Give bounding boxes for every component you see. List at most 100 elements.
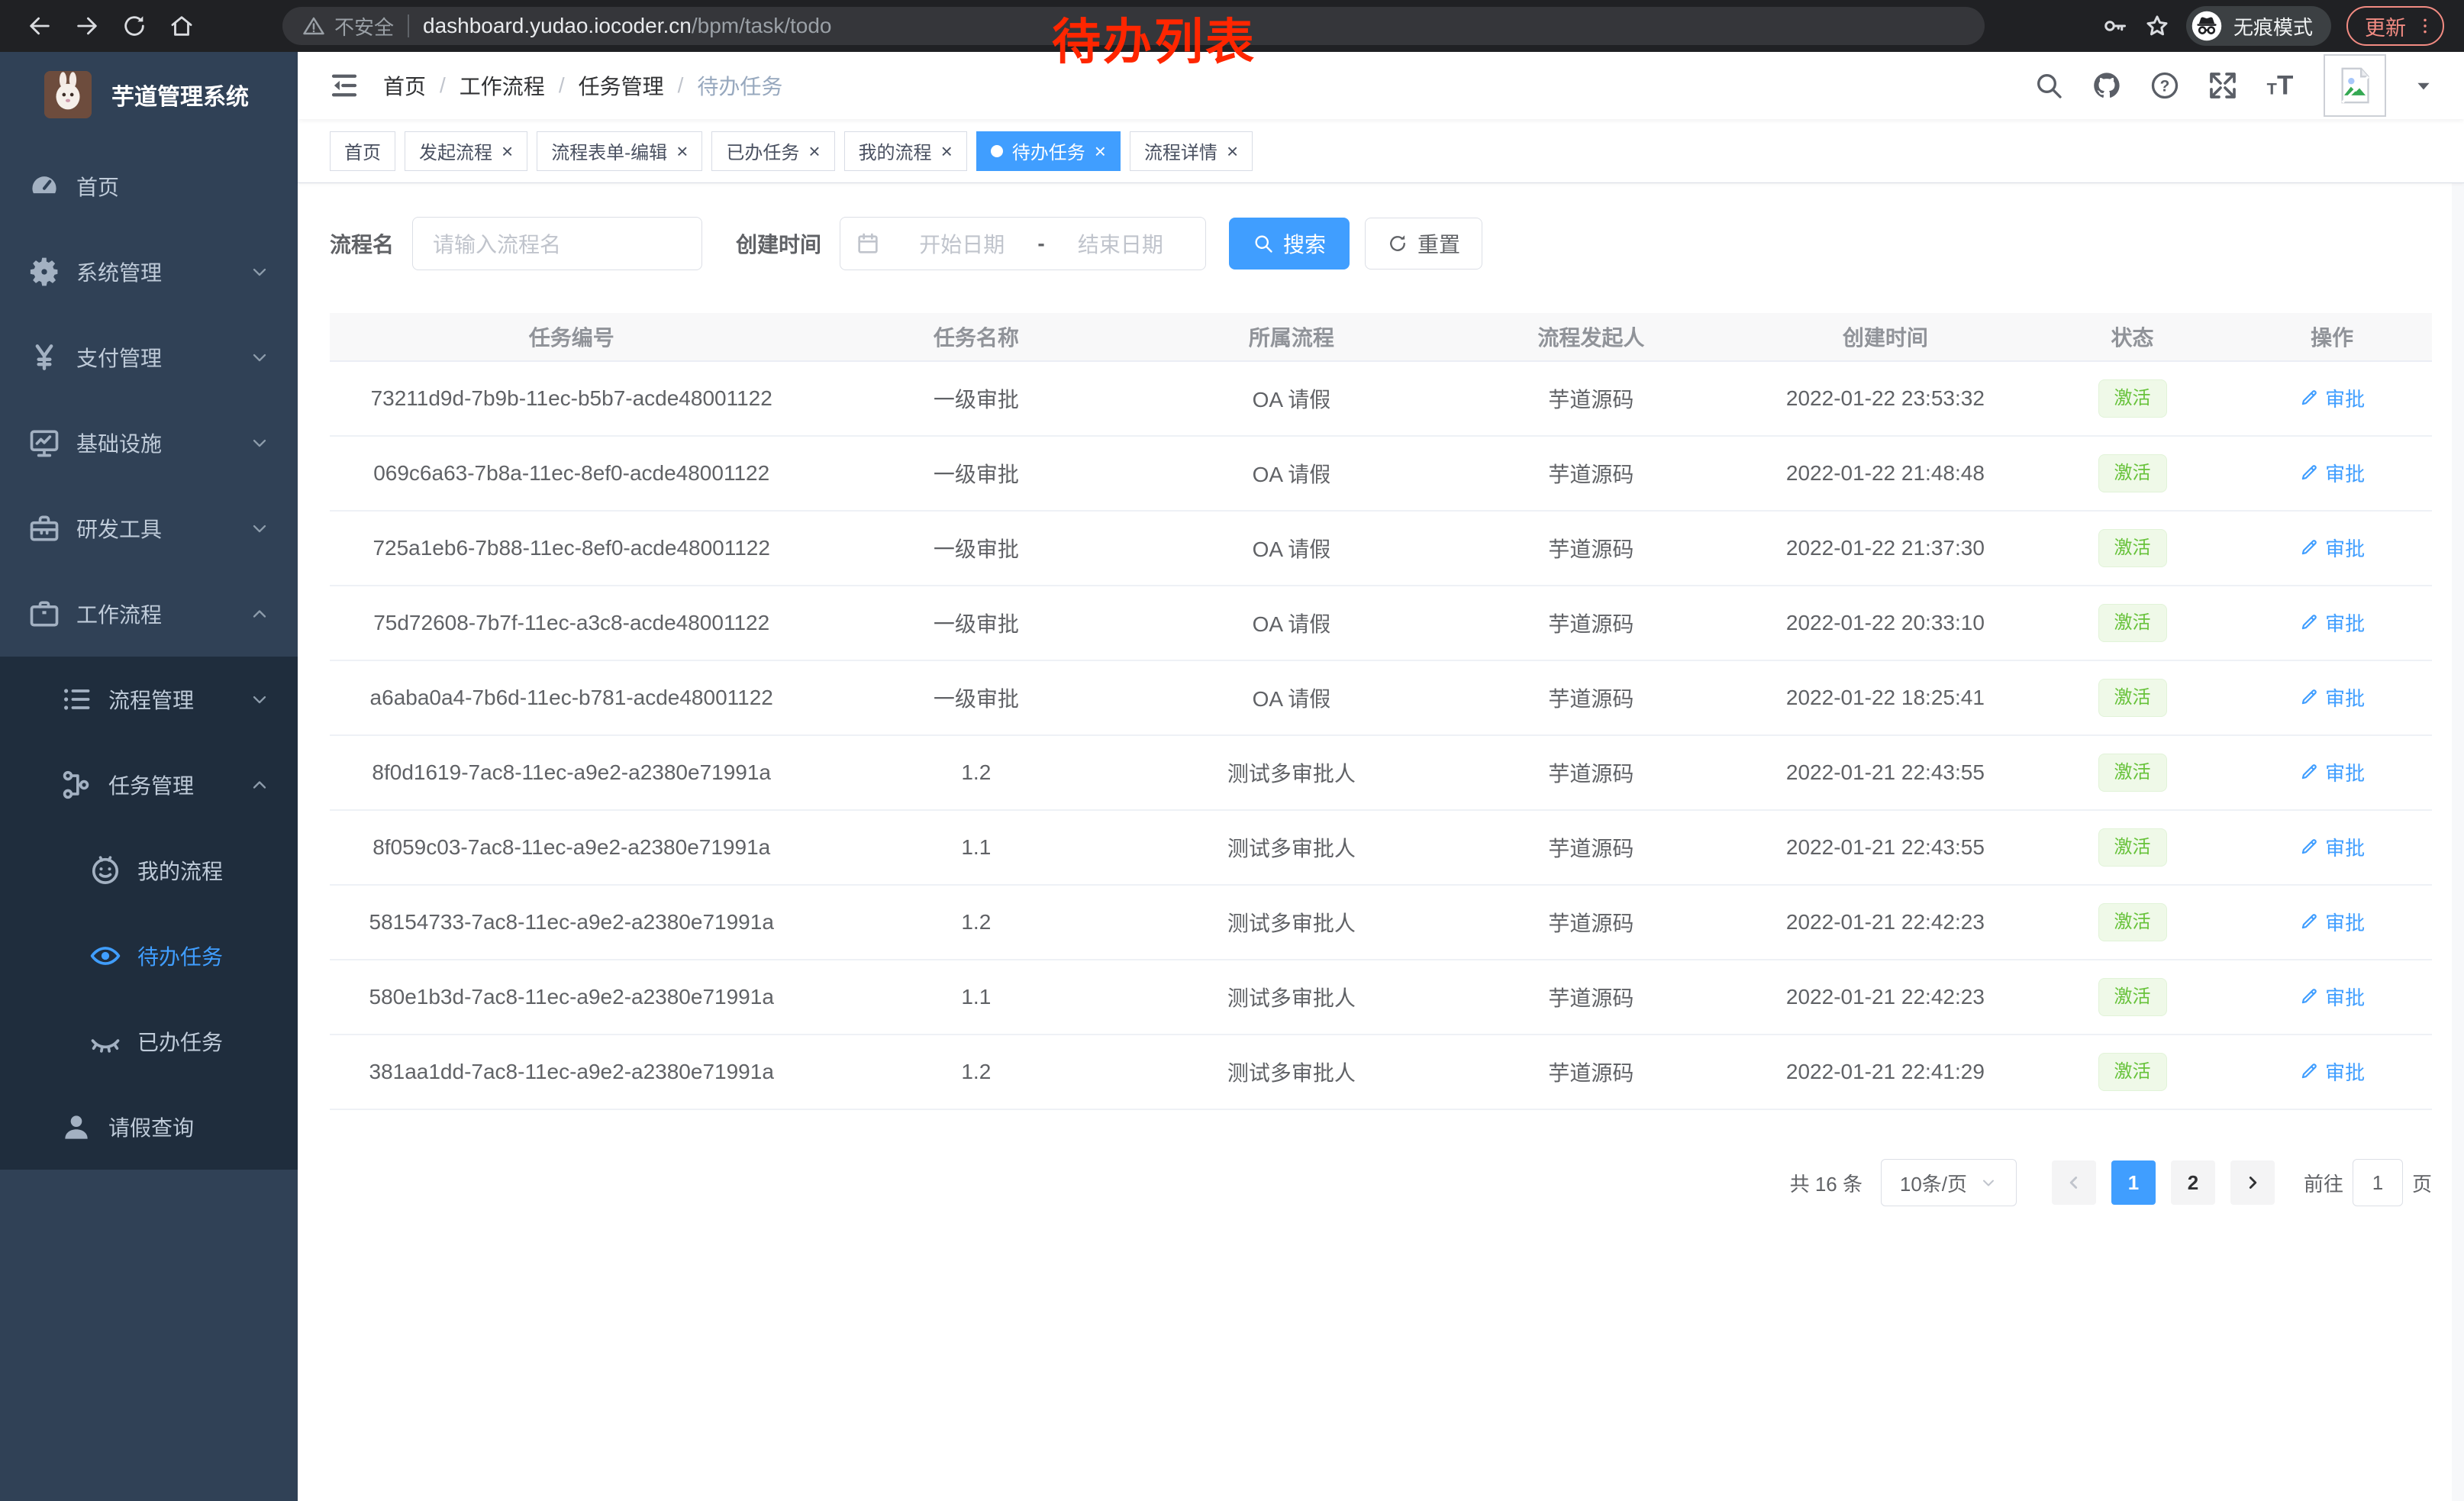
close-icon[interactable]: × — [808, 141, 820, 161]
cell-starter: 芋道源码 — [1444, 533, 1739, 563]
breadcrumb-item[interactable]: 任务管理 — [579, 70, 664, 101]
process-name-input[interactable]: 请输入流程名 — [412, 217, 702, 270]
sidebar-item-基础设施[interactable]: 基础设施 — [0, 400, 298, 486]
breadcrumb-item[interactable]: 首页 — [383, 70, 426, 101]
approve-link[interactable]: 审批 — [2299, 1057, 2365, 1086]
page-button-2[interactable]: 2 — [2171, 1160, 2215, 1205]
cell-create-time: 2022-01-21 22:42:23 — [1738, 985, 2033, 1009]
approve-link[interactable]: 审批 — [2299, 758, 2365, 786]
approve-link[interactable]: 审批 — [2299, 534, 2365, 562]
approve-link[interactable]: 审批 — [2299, 908, 2365, 936]
sidebar-item-已办任务[interactable]: 已办任务 — [0, 999, 298, 1084]
chevron-down-icon — [249, 518, 270, 539]
approve-link[interactable]: 审批 — [2299, 384, 2365, 412]
cell-process: OA 请假 — [1139, 608, 1443, 638]
back-icon[interactable] — [20, 6, 60, 46]
sidebar-item-任务管理[interactable]: 任务管理 — [0, 742, 298, 828]
app-title: 芋道管理系统 — [111, 78, 249, 111]
status-badge: 激活 — [2098, 529, 2167, 567]
cell-starter: 芋道源码 — [1444, 757, 1739, 788]
column-header: 任务编号 — [330, 321, 813, 352]
avatar[interactable] — [2324, 54, 2386, 117]
cell-task-id: 58154733-7ac8-11ec-a9e2-a2380e71991a — [330, 910, 813, 934]
cell-create-time: 2022-01-21 22:43:55 — [1738, 835, 2033, 860]
scrollbar[interactable] — [2452, 52, 2464, 1501]
security-label[interactable]: 不安全 — [334, 12, 394, 40]
home-icon[interactable] — [162, 6, 202, 46]
svg-text:?: ? — [2160, 77, 2170, 95]
approve-link[interactable]: 审批 — [2299, 683, 2365, 712]
table-row: 580e1b3d-7ac8-11ec-a9e2-a2380e71991a 1.1… — [330, 960, 2432, 1035]
font-size-icon[interactable]: TT — [2266, 70, 2296, 101]
prev-page-button[interactable] — [2052, 1160, 2096, 1205]
cell-create-time: 2022-01-22 23:53:32 — [1738, 386, 2033, 411]
sidebar-item-请假查询[interactable]: 请假查询 — [0, 1084, 298, 1170]
sidebar-collapse-icon[interactable] — [328, 69, 360, 102]
tab-发起流程[interactable]: 发起流程 × — [405, 131, 527, 171]
forward-icon[interactable] — [67, 6, 107, 46]
tab-流程表单-编辑[interactable]: 流程表单-编辑 × — [537, 131, 702, 171]
cell-create-time: 2022-01-21 22:43:55 — [1738, 760, 2033, 785]
reset-button[interactable]: 重置 — [1365, 218, 1482, 270]
tab-label: 发起流程 — [419, 137, 492, 164]
yen-icon — [27, 341, 61, 374]
tab-首页[interactable]: 首页 — [330, 131, 395, 171]
pagination: 共 16 条 10条/页 12 前往 1 页 — [330, 1159, 2432, 1206]
sidebar-item-工作流程[interactable]: 工作流程 — [0, 571, 298, 657]
breadcrumb-separator: / — [440, 73, 446, 98]
next-page-button[interactable] — [2230, 1160, 2275, 1205]
breadcrumb-item: 待办任务 — [697, 70, 782, 101]
update-label[interactable]: 更新 — [2365, 11, 2406, 41]
monitor-icon — [27, 426, 61, 460]
update-button[interactable]: 更新 — [2346, 6, 2444, 46]
search-icon[interactable] — [2033, 70, 2064, 101]
sidebar-item-label: 支付管理 — [76, 342, 162, 373]
tab-待办任务[interactable]: 待办任务 × — [976, 131, 1121, 171]
svg-text:T: T — [2277, 71, 2293, 101]
search-button[interactable]: 搜索 — [1229, 218, 1350, 270]
tab-已办任务[interactable]: 已办任务 × — [711, 131, 834, 171]
close-icon[interactable]: × — [502, 141, 513, 161]
close-icon[interactable]: × — [1227, 141, 1238, 161]
date-range-input[interactable]: 开始日期 - 结束日期 — [840, 217, 1206, 270]
tag-tabs-bar: 首页 发起流程 × 流程表单-编辑 × 已办任务 × 我的流程 × 待办任务 ×… — [298, 119, 2464, 183]
url-host[interactable]: dashboard.yudao.iocoder.cn — [423, 14, 692, 38]
page-size-select[interactable]: 10条/页 — [1881, 1159, 2017, 1206]
approve-link[interactable]: 审批 — [2299, 833, 2365, 861]
sidebar-item-待办任务[interactable]: 待办任务 — [0, 913, 298, 999]
help-icon[interactable]: ? — [2150, 70, 2180, 101]
cell-starter: 芋道源码 — [1444, 832, 1739, 863]
sidebar-item-首页[interactable]: 首页 — [0, 144, 298, 229]
task-table: 任务编号任务名称所属流程流程发起人创建时间状态操作 73211d9d-7b9b-… — [330, 313, 2432, 1110]
close-icon[interactable]: × — [1095, 141, 1106, 161]
cell-create-time: 2022-01-22 21:37:30 — [1738, 536, 2033, 560]
url-path[interactable]: /bpm/task/todo — [692, 14, 832, 38]
sidebar-logo-row[interactable]: 芋道管理系统 — [0, 52, 298, 137]
close-icon[interactable]: × — [941, 141, 953, 161]
goto-page-input[interactable]: 1 — [2353, 1159, 2403, 1206]
table-row: 8f059c03-7ac8-11ec-a9e2-a2380e71991a 1.1… — [330, 811, 2432, 886]
fullscreen-icon[interactable] — [2208, 70, 2238, 101]
approve-link[interactable]: 审批 — [2299, 983, 2365, 1011]
approve-link[interactable]: 审批 — [2299, 459, 2365, 487]
sidebar-item-研发工具[interactable]: 研发工具 — [0, 486, 298, 571]
page-button-1[interactable]: 1 — [2111, 1160, 2156, 1205]
tab-流程详情[interactable]: 流程详情 × — [1130, 131, 1253, 171]
tab-我的流程[interactable]: 我的流程 × — [844, 131, 967, 171]
dots-vertical-icon[interactable] — [2415, 16, 2435, 36]
reload-icon[interactable] — [114, 6, 154, 46]
pencil-icon — [2299, 986, 2319, 1006]
caret-down-icon[interactable] — [2414, 76, 2433, 95]
close-icon[interactable]: × — [676, 141, 688, 161]
sidebar-item-流程管理[interactable]: 流程管理 — [0, 657, 298, 742]
cell-task-name: 一级审批 — [813, 683, 1139, 713]
sidebar-item-我的流程[interactable]: 我的流程 — [0, 828, 298, 913]
sidebar-item-系统管理[interactable]: 系统管理 — [0, 229, 298, 315]
breadcrumb-item[interactable]: 工作流程 — [460, 70, 545, 101]
github-icon[interactable] — [2091, 70, 2122, 101]
sidebar-item-支付管理[interactable]: 支付管理 — [0, 315, 298, 400]
warning-icon — [302, 15, 325, 37]
star-icon[interactable] — [2143, 12, 2171, 40]
approve-link[interactable]: 审批 — [2299, 608, 2365, 637]
key-icon[interactable] — [2101, 12, 2128, 40]
